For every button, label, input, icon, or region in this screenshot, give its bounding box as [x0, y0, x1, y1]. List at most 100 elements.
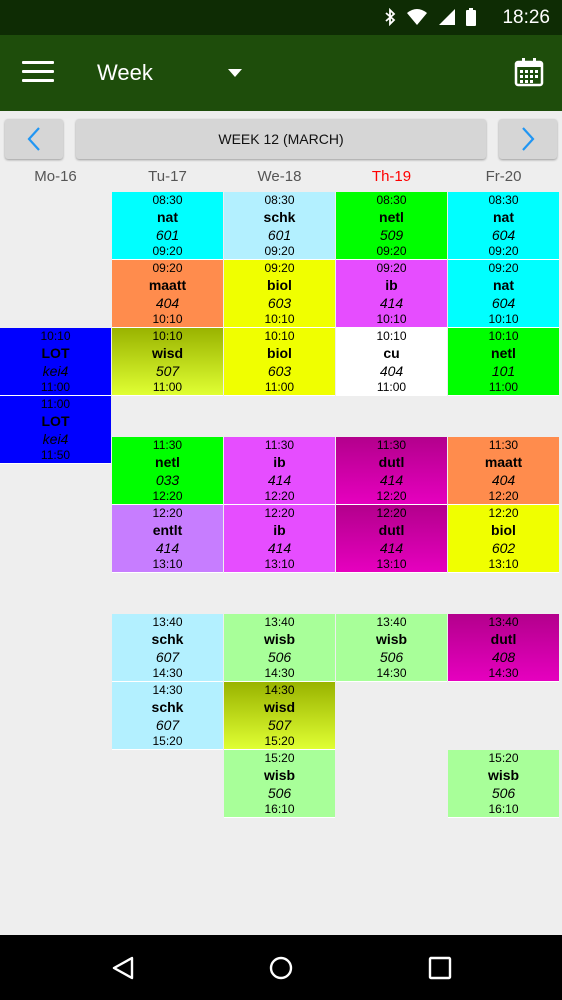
chevron-right-icon — [522, 127, 535, 151]
signal-icon — [439, 9, 455, 25]
lesson-end-time: 12:20 — [488, 488, 519, 503]
lesson-end-time: 10:10 — [376, 312, 407, 326]
lesson-cell[interactable]: 10:10 biol 603 11:00 — [224, 328, 335, 396]
dropdown-arrow-icon[interactable] — [228, 69, 242, 77]
lesson-room: 414 — [267, 471, 292, 488]
lesson-cell[interactable]: 11:00 LOT kei4 11:50 — [0, 396, 111, 464]
lesson-start-time: 11:30 — [152, 437, 183, 452]
lesson-start-time: 10:10 — [40, 329, 71, 343]
lesson-cell[interactable]: 12:20 dutl 414 13:10 — [336, 504, 447, 573]
lesson-subject: wisd — [151, 345, 184, 361]
day-header: Tu-17 — [148, 168, 187, 185]
lesson-subject: netl — [155, 453, 180, 470]
lesson-room: 414 — [379, 539, 404, 556]
status-bar: 18:26 — [0, 0, 562, 35]
lesson-cell[interactable]: 11:30 netl 033 12:20 — [112, 436, 223, 505]
lesson-subject: wisd — [263, 698, 296, 715]
day-header: Th-19 — [371, 168, 412, 185]
lesson-subject: LOT — [41, 413, 70, 429]
lesson-room: 404 — [491, 471, 516, 488]
lesson-subject: maatt — [484, 453, 523, 470]
lesson-cell[interactable]: 09:20 biol 603 10:10 — [224, 260, 335, 328]
day-header: Mo-16 — [34, 168, 77, 185]
menu-icon[interactable] — [22, 61, 54, 87]
lesson-cell[interactable]: 11:30 ib 414 12:20 — [224, 436, 335, 505]
lesson-start-time: 09:20 — [376, 261, 407, 275]
lesson-room: 033 — [155, 471, 180, 488]
lesson-cell[interactable]: 11:30 maatt 404 12:20 — [448, 436, 559, 505]
lesson-end-time: 12:20 — [152, 488, 183, 503]
lesson-cell[interactable]: 08:30 nat 604 09:20 — [448, 192, 559, 260]
lesson-subject: ib — [385, 277, 398, 293]
lesson-end-time: 13:10 — [376, 556, 407, 571]
lesson-start-time: 13:40 — [488, 614, 519, 629]
lesson-cell[interactable]: 13:40 dutl 408 14:30 — [448, 613, 559, 682]
lesson-room: 603 — [267, 295, 292, 311]
lesson-end-time: 14:30 — [264, 665, 295, 680]
next-week-button[interactable] — [499, 119, 557, 159]
lesson-end-time: 11:50 — [40, 448, 71, 462]
lesson-start-time: 13:40 — [376, 614, 407, 629]
lesson-start-time: 12:20 — [488, 505, 519, 520]
week-navigation: WEEK 12 (MARCH) — [0, 111, 562, 167]
home-icon[interactable] — [268, 955, 294, 981]
lesson-cell[interactable]: 09:20 maatt 404 10:10 — [112, 260, 223, 328]
lesson-start-time: 10:10 — [376, 329, 407, 343]
lesson-cell[interactable]: 08:30 nat 601 09:20 — [112, 192, 223, 260]
lesson-cell[interactable]: 10:10 netl 101 11:00 — [448, 328, 559, 396]
calendar-icon[interactable] — [514, 57, 544, 87]
lesson-room: kei4 — [42, 431, 69, 447]
lesson-start-time: 08:30 — [488, 193, 519, 207]
lesson-cell[interactable]: 15:20 wisb 506 16:10 — [448, 749, 559, 818]
day-header: We-18 — [257, 168, 302, 185]
lesson-cell[interactable]: 13:40 schk 607 14:30 — [112, 613, 223, 682]
lesson-start-time: 10:10 — [264, 329, 295, 343]
lesson-cell[interactable]: 14:30 wisd 507 15:20 — [224, 681, 335, 750]
lesson-cell[interactable]: 10:10 cu 404 11:00 — [336, 328, 447, 396]
lesson-cell[interactable]: 08:30 schk 601 09:20 — [224, 192, 335, 260]
lesson-subject: schk — [151, 698, 184, 715]
lesson-room: 101 — [491, 363, 516, 379]
lesson-cell[interactable]: 09:20 nat 604 10:10 — [448, 260, 559, 328]
lesson-subject: ib — [273, 521, 286, 538]
lesson-subject: biol — [267, 277, 292, 293]
lesson-subject: wisb — [263, 630, 296, 647]
back-icon[interactable] — [110, 955, 136, 981]
lesson-room: 602 — [491, 539, 516, 556]
lesson-cell[interactable]: 10:10 LOT kei4 11:00 — [0, 328, 111, 396]
lesson-room: 506 — [491, 784, 516, 801]
lesson-subject: wisb — [375, 630, 408, 647]
lesson-end-time: 14:30 — [376, 665, 407, 680]
recents-icon[interactable] — [427, 955, 453, 981]
lesson-end-time: 12:20 — [376, 488, 407, 503]
view-selector[interactable]: Week — [97, 60, 153, 86]
lesson-end-time: 16:10 — [488, 801, 519, 816]
previous-week-button[interactable] — [5, 119, 63, 159]
lesson-cell[interactable]: 13:40 wisb 506 14:30 — [224, 613, 335, 682]
lesson-cell[interactable]: 09:20 ib 414 10:10 — [336, 260, 447, 328]
lesson-room: 408 — [491, 648, 516, 665]
lesson-cell[interactable]: 13:40 wisb 506 14:30 — [336, 613, 447, 682]
lesson-cell[interactable]: 12:20 biol 602 13:10 — [448, 504, 559, 573]
week-label-button[interactable]: WEEK 12 (MARCH) — [76, 119, 486, 159]
lesson-end-time: 16:10 — [264, 801, 295, 816]
lesson-room: 404 — [379, 363, 404, 379]
lesson-end-time: 13:10 — [488, 556, 519, 571]
lesson-start-time: 12:20 — [376, 505, 407, 520]
lesson-subject: dutl — [490, 630, 517, 647]
lesson-cell[interactable]: 08:30 netl 509 09:20 — [336, 192, 447, 260]
lesson-cell[interactable]: 12:20 ib 414 13:10 — [224, 504, 335, 573]
lesson-cell[interactable]: 10:10 wisd 507 11:00 — [112, 328, 223, 396]
lesson-cell[interactable]: 12:20 entlt 414 13:10 — [112, 504, 223, 573]
lesson-end-time: 14:30 — [488, 665, 519, 680]
lesson-cell[interactable]: 11:30 dutl 414 12:20 — [336, 436, 447, 505]
lesson-subject: nat — [493, 277, 514, 293]
lesson-subject: nat — [157, 209, 178, 225]
lesson-room: 507 — [267, 716, 292, 733]
lesson-cell[interactable]: 15:20 wisb 506 16:10 — [224, 749, 335, 818]
lesson-subject: wisb — [487, 766, 520, 783]
chevron-left-icon — [27, 127, 40, 151]
lesson-start-time: 12:20 — [264, 505, 295, 520]
lesson-start-time: 14:30 — [152, 682, 183, 697]
lesson-cell[interactable]: 14:30 schk 607 15:20 — [112, 681, 223, 750]
